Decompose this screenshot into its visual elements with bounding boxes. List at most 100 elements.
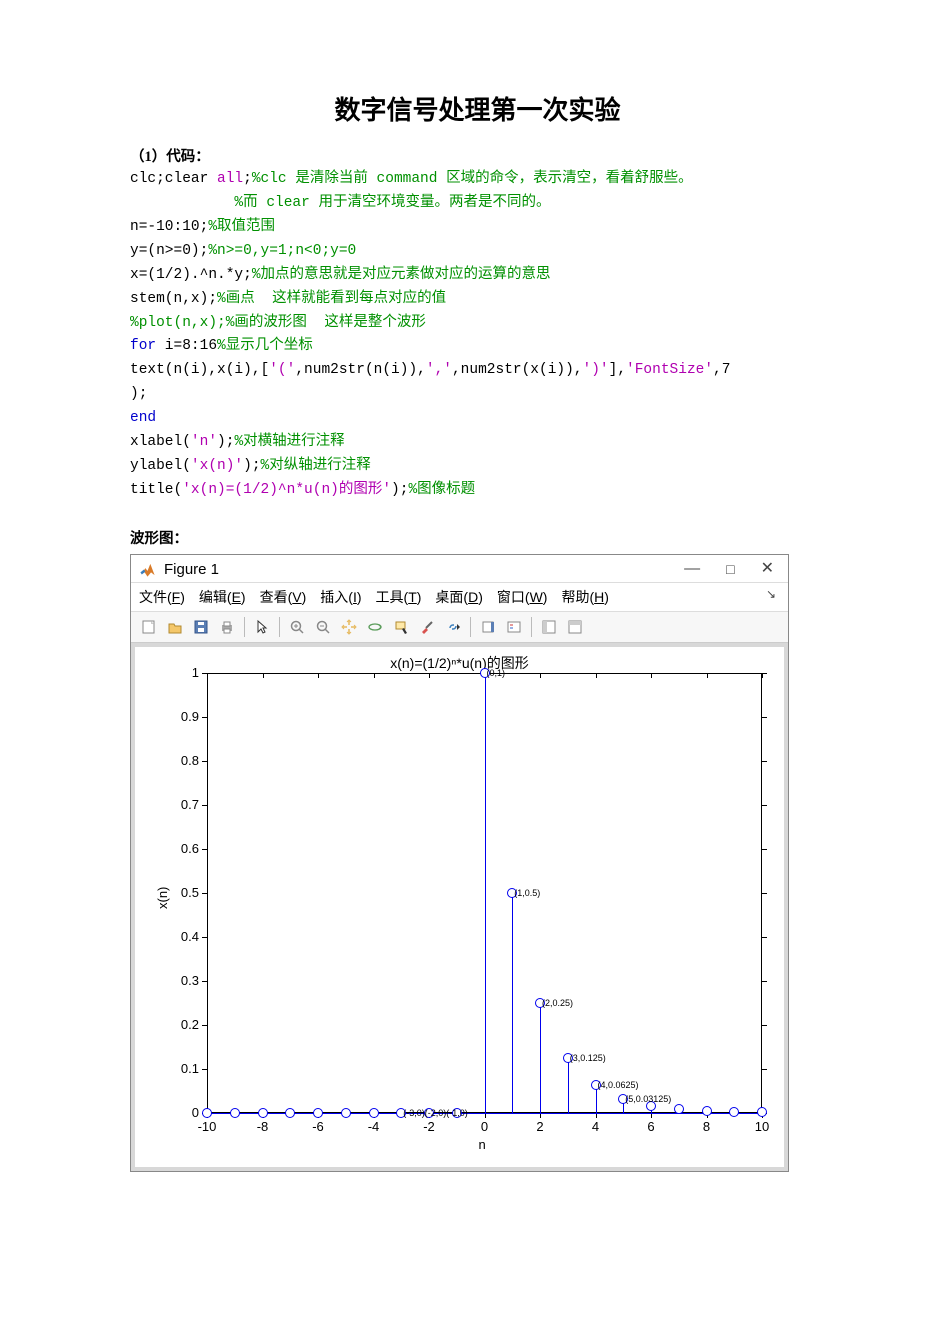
save-button[interactable] (189, 615, 213, 639)
y-tick (762, 937, 767, 938)
pan-button[interactable] (337, 615, 361, 639)
code-text: ], (609, 362, 626, 378)
y-tick-label: 0.4 (181, 929, 199, 944)
new-figure-button[interactable] (137, 615, 161, 639)
stem-marker (313, 1108, 323, 1118)
x-tick-label: 0 (473, 1119, 497, 1134)
code-comment: %plot(n,x);%画的波形图 这样是整个波形 (130, 315, 426, 331)
colorbar-button[interactable] (476, 615, 500, 639)
window-titlebar: Figure 1 — □ ✕ (131, 555, 788, 583)
y-tick (202, 893, 207, 894)
y-tick-label: 0.3 (181, 973, 199, 988)
y-tick (762, 805, 767, 806)
x-tick (263, 673, 264, 678)
code-text: ); (130, 386, 147, 402)
y-tick-label: 0.2 (181, 1017, 199, 1032)
maximize-button[interactable]: □ (726, 562, 734, 576)
code-text: title( (130, 482, 182, 498)
data-annotation: (-3,0)(-2,0)(-1,0) (403, 1109, 468, 1118)
code-text: stem(n,x); (130, 291, 217, 307)
waveform-heading: 波形图： (130, 527, 825, 548)
data-annotation: (1,0.5) (514, 889, 540, 898)
toolbar-chevron-icon[interactable]: ↘ (766, 587, 780, 607)
x-tick (651, 673, 652, 678)
brush-button[interactable] (415, 615, 439, 639)
code-text: ,num2str(x(i)), (452, 362, 583, 378)
open-button[interactable] (163, 615, 187, 639)
y-tick (762, 981, 767, 982)
code-comment: %取值范围 (208, 219, 275, 235)
y-tick-label: 0 (192, 1105, 199, 1120)
data-annotation: (2,0.25) (542, 999, 573, 1008)
code-block: clc;clear all;%clc 是清除当前 command 区域的命令，表… (130, 168, 825, 503)
dock-button[interactable] (563, 615, 587, 639)
x-tick-label: -8 (251, 1119, 275, 1134)
y-tick (202, 717, 207, 718)
y-tick-label: 0.1 (181, 1061, 199, 1076)
code-keyword: for (130, 338, 156, 354)
code-string: 'n' (191, 434, 217, 450)
menu-tools[interactable]: 工具(T) (376, 587, 422, 607)
plot-canvas: x(n)=(1/2)ⁿ*u(n)的图形00.10.20.30.40.50.60.… (135, 647, 784, 1167)
y-tick (202, 1069, 207, 1070)
stem-marker (702, 1106, 712, 1116)
pointer-button[interactable] (250, 615, 274, 639)
x-tick-label: -4 (362, 1119, 386, 1134)
menu-view[interactable]: 查看(V) (260, 587, 307, 607)
x-axis-label: n (479, 1137, 486, 1152)
code-text: clc;clear (130, 171, 217, 187)
code-string: ',' (426, 362, 452, 378)
hide-tools-button[interactable] (537, 615, 561, 639)
x-tick (374, 673, 375, 678)
x-tick (707, 673, 708, 678)
close-button[interactable]: ✕ (761, 561, 774, 577)
zoom-out-button[interactable] (311, 615, 335, 639)
legend-button[interactable] (502, 615, 526, 639)
y-tick-label: 1 (192, 665, 199, 680)
code-text: text(n(i),x(i),[ (130, 362, 269, 378)
print-button[interactable] (215, 615, 239, 639)
data-annotation: (3,0.125) (570, 1054, 606, 1063)
code-text: ylabel( (130, 458, 191, 474)
data-annotation: (4,0.0625) (598, 1081, 639, 1090)
figure-window: Figure 1 — □ ✕ 文件(F) 编辑(E) 查看(V) 插入(I) 工… (130, 554, 789, 1172)
y-tick (762, 717, 767, 718)
menu-desktop[interactable]: 桌面(D) (435, 587, 482, 607)
datacursor-button[interactable] (389, 615, 413, 639)
y-tick (202, 1025, 207, 1026)
code-text: i=8:16 (156, 338, 217, 354)
stem-marker (674, 1104, 684, 1114)
code-string: '(' (269, 362, 295, 378)
y-tick (202, 849, 207, 850)
code-text: ,7 (713, 362, 730, 378)
y-tick (762, 761, 767, 762)
menu-edit[interactable]: 编辑(E) (199, 587, 246, 607)
y-tick-label: 0.7 (181, 797, 199, 812)
y-tick (762, 1025, 767, 1026)
code-text: n=-10:10; (130, 219, 208, 235)
menu-file[interactable]: 文件(F) (139, 587, 185, 607)
code-comment: %显示几个坐标 (217, 338, 313, 354)
y-tick (202, 805, 207, 806)
menu-help[interactable]: 帮助(H) (561, 587, 608, 607)
rotate3d-button[interactable] (363, 615, 387, 639)
zoom-in-button[interactable] (285, 615, 309, 639)
x-tick-label: 6 (639, 1119, 663, 1134)
menu-insert[interactable]: 插入(I) (320, 587, 361, 607)
link-button[interactable] (441, 615, 465, 639)
x-tick-label: 10 (750, 1119, 774, 1134)
code-text: ); (217, 434, 234, 450)
stem-marker (757, 1107, 767, 1117)
y-tick-label: 0.9 (181, 709, 199, 724)
plot-area: x(n)=(1/2)ⁿ*u(n)的图形00.10.20.30.40.50.60.… (131, 643, 788, 1171)
stem-line (512, 893, 513, 1113)
stem-marker (285, 1108, 295, 1118)
code-string: 'x(n)=(1/2)^n*u(n)的图形' (182, 482, 391, 498)
chart-title: x(n)=(1/2)ⁿ*u(n)的图形 (135, 653, 784, 673)
window-title: Figure 1 (164, 561, 219, 578)
menu-window[interactable]: 窗口(W) (497, 587, 548, 607)
x-tick (318, 673, 319, 678)
x-tick-label: -6 (306, 1119, 330, 1134)
minimize-button[interactable]: — (684, 561, 700, 577)
y-tick (762, 893, 767, 894)
